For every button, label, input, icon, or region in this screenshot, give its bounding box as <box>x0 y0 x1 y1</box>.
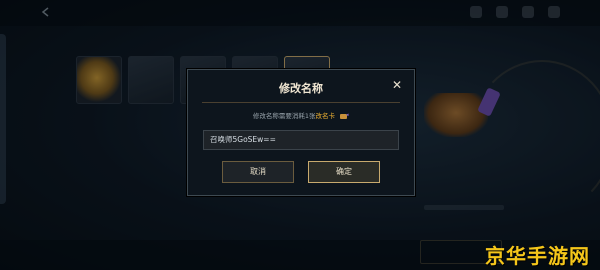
cancel-button[interactable]: 取消 <box>222 161 294 183</box>
dialog-title: 修改名称 <box>279 82 323 95</box>
name-input[interactable]: 召唤师5GoSEw== <box>203 130 399 150</box>
confirm-button[interactable]: 确定 <box>308 161 380 183</box>
title-divider <box>202 102 400 103</box>
close-icon[interactable]: ✕ <box>391 79 403 91</box>
description-text: 修改名称需要消耗1张 <box>252 112 316 120</box>
rename-description: 修改名称需要消耗1张改名卡 <box>188 110 414 120</box>
rename-card-name: 改名卡 <box>315 112 336 120</box>
watermark-logo: 京华手游网 <box>485 244 590 268</box>
rename-dialog: 修改名称 ✕ 修改名称需要消耗1张改名卡 召唤师5GoSEw== 取消 确定 <box>187 69 415 196</box>
rename-card-icon <box>340 113 349 119</box>
